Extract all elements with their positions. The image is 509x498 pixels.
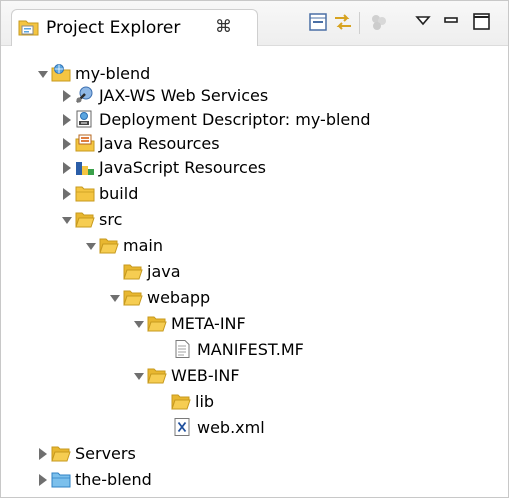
expanded-twisty-icon[interactable] <box>133 316 145 330</box>
project-explorer-tab[interactable]: Project Explorer ⌘ <box>11 9 258 46</box>
deployment-descriptor-icon <box>75 110 95 128</box>
collapsed-twisty-icon[interactable] <box>61 186 73 200</box>
project-explorer-view: Project Explorer ⌘ my-blend JAX-WS Web S… <box>0 0 509 498</box>
open-folder-icon <box>147 314 167 332</box>
tree-item-label: Servers <box>75 444 136 463</box>
expanded-twisty-icon[interactable] <box>85 238 97 252</box>
expanded-twisty-icon[interactable] <box>61 212 73 226</box>
collapse-all-icon[interactable] <box>307 11 329 33</box>
tree-item-label: WEB-INF <box>171 366 240 385</box>
view-title: Project Explorer <box>46 18 181 38</box>
folder-icon <box>75 184 95 202</box>
open-folder-icon <box>171 392 191 410</box>
tree-item-label: build <box>99 184 139 203</box>
open-folder-icon <box>123 262 143 280</box>
open-folder-icon <box>99 236 119 254</box>
close-view-icon[interactable]: ⌘ <box>215 17 232 37</box>
tree-item-label: webapp <box>147 288 211 307</box>
tree-item-label: JavaScript Resources <box>99 158 266 177</box>
focus-on-active-task-icon[interactable] <box>368 11 390 33</box>
project-explorer-icon <box>18 17 40 37</box>
collapsed-twisty-icon[interactable] <box>37 472 49 486</box>
link-with-editor-icon[interactable] <box>332 11 354 33</box>
open-folder-icon <box>75 210 95 228</box>
collapsed-twisty-icon[interactable] <box>37 446 49 460</box>
maximize-icon[interactable] <box>471 11 493 33</box>
view-header: Project Explorer ⌘ <box>1 1 508 46</box>
minimize-icon[interactable] <box>441 11 463 33</box>
collapsed-twisty-icon[interactable] <box>61 160 73 174</box>
collapsed-twisty-icon[interactable] <box>61 112 73 126</box>
text-file-icon <box>173 340 193 358</box>
tree-item-label: MANIFEST.MF <box>197 340 304 359</box>
jax-ws-icon <box>75 86 95 104</box>
project-folder-icon <box>51 470 71 488</box>
collapsed-twisty-icon[interactable] <box>61 88 73 102</box>
tree-item-label: main <box>123 236 163 255</box>
web-project-icon <box>51 64 71 82</box>
view-menu-icon[interactable] <box>413 11 435 33</box>
open-folder-icon <box>147 366 167 384</box>
toolbar-separator <box>359 12 360 34</box>
java-resources-icon <box>75 134 95 152</box>
expanded-twisty-icon[interactable] <box>133 368 145 382</box>
javascript-resources-icon <box>75 158 95 176</box>
tree-item-label: src <box>99 210 123 229</box>
tree-item-label: my-blend <box>75 64 151 83</box>
expanded-twisty-icon[interactable] <box>37 66 49 80</box>
collapsed-twisty-icon[interactable] <box>61 136 73 150</box>
tree-item-label: META-INF <box>171 314 246 333</box>
expanded-twisty-icon[interactable] <box>109 290 121 304</box>
tree-item-label: Deployment Descriptor: my-blend <box>99 110 371 129</box>
tree-item-label: the-blend <box>75 470 152 489</box>
tree-item-label: JAX-WS Web Services <box>99 86 269 105</box>
tree-item-label: lib <box>195 392 215 411</box>
tree-item-label: java <box>147 262 181 281</box>
xml-file-icon <box>173 418 193 436</box>
open-folder-icon <box>123 288 143 306</box>
tree-item-label: Java Resources <box>99 134 220 153</box>
tree-item-label: web.xml <box>197 418 265 437</box>
folder-icon <box>51 444 71 462</box>
